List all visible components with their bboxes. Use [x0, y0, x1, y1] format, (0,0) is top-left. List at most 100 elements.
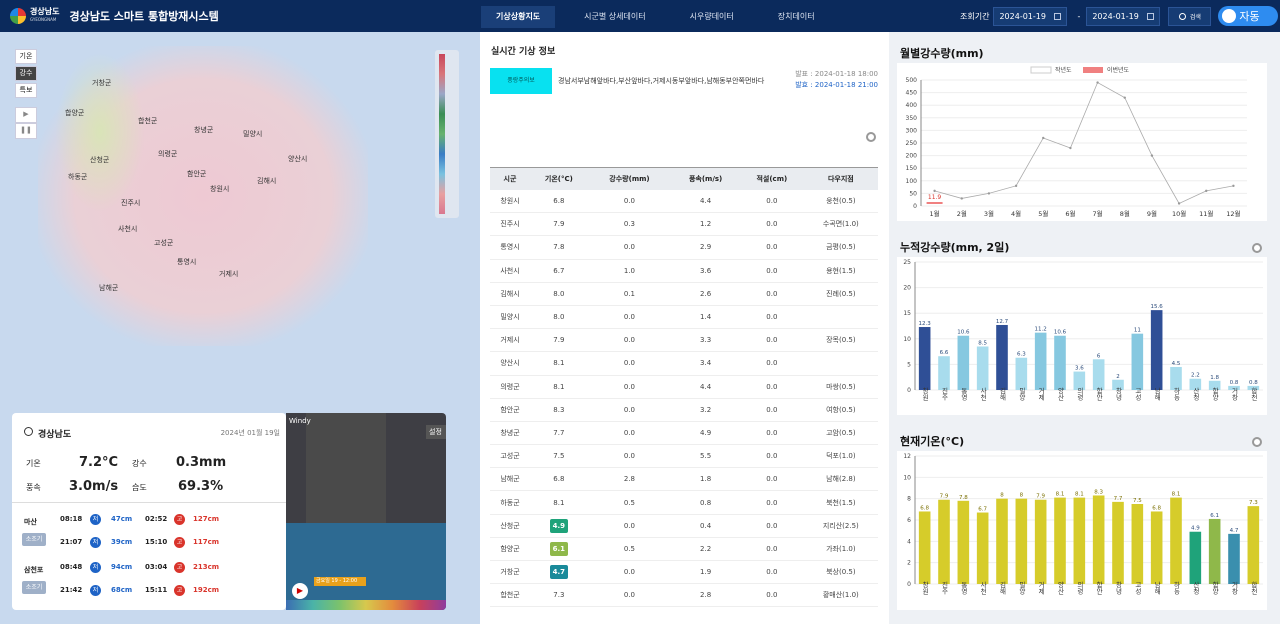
y-tick: 300	[906, 127, 918, 134]
tide-level: 192cm	[193, 586, 220, 594]
data-label: 6.8	[1152, 505, 1161, 511]
layer-temp-button[interactable]: 기온	[15, 49, 37, 64]
weather-map[interactable]: 거창군 합양군 합천군 창녕군 밀양시 양산시 산청군 의령군 함안군 김해시 창원시 하동군 진주시 사…	[0, 32, 480, 624]
map-place-label: 김해시	[257, 177, 277, 185]
search-button[interactable]: 검색	[1168, 6, 1212, 26]
logo-line2: GYEONGNAM	[30, 17, 57, 22]
legend-swatch-current	[1083, 67, 1103, 73]
table-cell: 8.1	[529, 490, 588, 515]
table-row[interactable]: 하동군 8.1 0.5 0.8 0.0 북천(1.5)	[490, 490, 878, 515]
windy-settings-button[interactable]: 설정	[426, 425, 446, 439]
data-label: 12.7	[996, 319, 1009, 325]
bar	[1189, 531, 1202, 584]
data-label: 6.3	[1017, 352, 1026, 358]
x-tick: 거제	[1037, 386, 1045, 402]
table-row[interactable]: 창녕군 7.7 0.0 4.9 0.0 고암(0.5)	[490, 421, 878, 446]
table-cell: 0.0	[740, 305, 804, 330]
table-cell: 의령군	[490, 375, 530, 399]
table-row[interactable]: 사천시 6.7 1.0 3.6 0.0 용현(1.5)	[490, 259, 878, 283]
table-cell: 0.1	[587, 282, 672, 306]
x-tick: 진주	[940, 386, 948, 402]
table-header: 다우지점	[803, 167, 878, 190]
table-row[interactable]: 진주시 7.9 0.3 1.2 0.0 수곡면(1.0)	[490, 212, 878, 237]
x-tick: 통영	[959, 387, 967, 401]
tab-rainfall-data[interactable]: 시우량데이터	[675, 6, 749, 28]
table-row[interactable]: 창원시 6.8 0.0 4.4 0.0 웅천(0.5)	[490, 189, 878, 214]
layer-rain-button[interactable]: 강수	[15, 66, 37, 81]
table-cell: 0.0	[740, 212, 804, 237]
x-tick: 밀양	[1017, 581, 1025, 595]
table-cell: 진주시	[490, 212, 530, 237]
table-row[interactable]: 거제시 7.9 0.0 3.3 0.0 장목(0.5)	[490, 328, 878, 353]
table-row[interactable]: 거창군 4.7 0.0 1.9 0.0 북상(0.5)	[490, 560, 878, 585]
humidity-value: 69.3%	[178, 479, 224, 494]
data-label: 4.7	[1230, 528, 1239, 534]
data-label: 7.8	[959, 495, 968, 501]
y-tick: 0	[907, 387, 911, 394]
table-row[interactable]: 산청군 4.9 0.0 0.4 0.0 지리산(2.5)	[490, 514, 878, 538]
windy-play-icon[interactable]: ▶	[292, 583, 308, 599]
table-cell: 0.5	[587, 537, 672, 562]
table-row[interactable]: 밀양시 8.0 0.0 1.4 0.0	[490, 305, 878, 330]
table-cell: 0.0	[740, 259, 804, 283]
table-row[interactable]: 함안군 8.3 0.0 3.2 0.0 여항(0.5)	[490, 398, 878, 422]
table-cell: 2.6	[671, 282, 741, 306]
logo-line1: 경상남도	[30, 7, 60, 16]
table-row[interactable]: 양산시 8.1 0.0 3.4 0.0	[490, 351, 878, 376]
play-icon[interactable]: ▶	[15, 107, 37, 123]
tab-device-data[interactable]: 장치데이터	[763, 6, 830, 28]
date-from-field[interactable]: 2024-01-19	[993, 6, 1068, 26]
table-cell: 5.5	[671, 444, 741, 469]
x-tick: 3월	[984, 209, 994, 218]
pause-icon[interactable]: ❚❚	[15, 123, 37, 139]
table-row[interactable]: 김해시 8.0 0.1 2.6 0.0 진례(0.5)	[490, 282, 878, 306]
tide-time: 02:52	[145, 515, 168, 523]
x-tick: 함양	[1211, 580, 1219, 595]
windy-widget[interactable]: Windy 설정 ▶ 금요일 19 - 12:00	[286, 413, 446, 610]
current-temp-card: 현재기온(°C) 0 2 4 6 8 10 12 6.8 창원 7.9 진주 7.8 통영 6.7 사천 8 김…	[897, 435, 1267, 610]
tide-station: 삼천포	[24, 566, 44, 574]
effective-time: 발효 : 2024-01-18 21:00	[795, 81, 878, 89]
settings-gear-icon[interactable]	[1252, 437, 1262, 447]
x-tick: 고성	[1133, 581, 1141, 595]
tab-city-detail[interactable]: 시군별 상세데이터	[569, 6, 660, 28]
table-row[interactable]: 의령군 8.1 0.0 4.4 0.0 마쌍(0.5)	[490, 375, 878, 399]
table-cell: 진례(0.5)	[803, 282, 878, 306]
realtime-panel: 실시간 기상 정보 풍랑주의보 경남서부남해앞바다,부산앞바다,거제시동부앞바다…	[480, 32, 889, 624]
tide-tag: 소조기	[22, 533, 46, 546]
x-tick: 사천	[979, 386, 987, 401]
data-label: 8.5	[978, 340, 987, 346]
data-label: 8.3	[1094, 489, 1103, 495]
x-tick: 7월	[1093, 209, 1103, 218]
table-cell: 8.1	[529, 375, 588, 399]
x-tick: 거제	[1037, 580, 1045, 596]
tab-weather-map[interactable]: 기상상황지도	[481, 6, 556, 28]
windy-time: 금요일 19 - 12:00	[314, 577, 366, 586]
date-to-field[interactable]: 2024-01-19	[1086, 6, 1161, 26]
y-tick: 25	[903, 259, 911, 266]
x-tick: 11월	[1199, 209, 1213, 218]
table-row[interactable]: 고성군 7.5 0.0 5.5 0.0 덕포(1.0)	[490, 444, 878, 469]
settings-gear-icon[interactable]	[866, 132, 876, 142]
x-tick: 밀양	[1017, 387, 1025, 401]
data-label: 7.7	[1114, 496, 1123, 502]
table-row[interactable]: 합천군 7.3 0.0 2.8 0.0 황매산(1.0)	[490, 583, 878, 608]
x-tick: 9월	[1147, 209, 1157, 218]
map-place-label: 밀양시	[243, 130, 263, 138]
table-row[interactable]: 함양군 6.1 0.5 2.2 0.0 가좌(1.0)	[490, 537, 878, 562]
table-cell: 0.4	[671, 514, 741, 538]
table-row[interactable]: 남해군 6.8 2.8 1.8 0.0 남해(2.8)	[490, 467, 878, 492]
table-cell: 7.5	[529, 444, 588, 469]
y-tick: 20	[903, 285, 911, 292]
x-tick: 사천	[979, 580, 987, 595]
settings-gear-icon[interactable]	[1252, 243, 1262, 253]
bar	[938, 356, 950, 390]
table-cell: 4.7	[529, 560, 588, 585]
table-cell: 하동군	[490, 490, 530, 515]
layer-warning-button[interactable]: 특보	[15, 83, 37, 98]
auto-toggle[interactable]: 자동	[1218, 6, 1279, 26]
x-tick: 8월	[1120, 209, 1130, 218]
table-cell: 0.0	[587, 398, 672, 422]
table-cell: 통영시	[490, 235, 530, 260]
table-row[interactable]: 통영시 7.8 0.0 2.9 0.0 금평(0.5)	[490, 235, 878, 260]
